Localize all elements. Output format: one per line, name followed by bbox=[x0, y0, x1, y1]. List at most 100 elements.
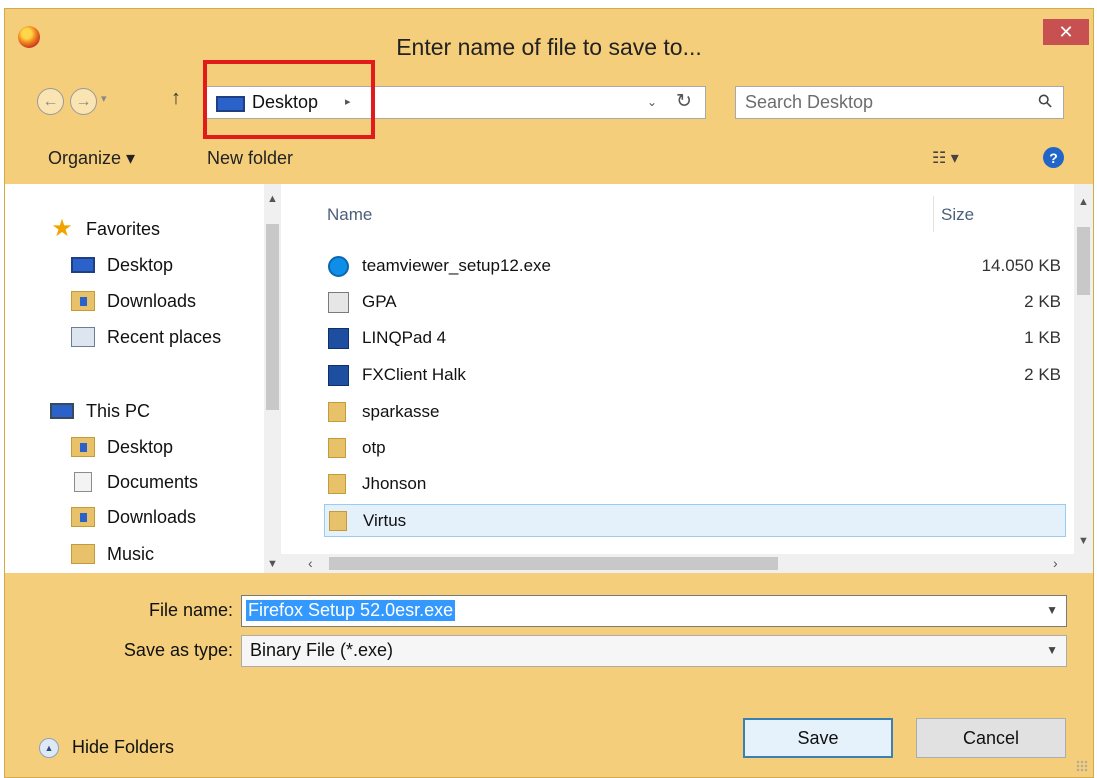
forward-button[interactable]: → bbox=[70, 88, 97, 115]
cancel-button[interactable]: Cancel bbox=[916, 718, 1066, 758]
nav-pc-downloads[interactable]: Downloads bbox=[71, 502, 196, 532]
scroll-thumb[interactable] bbox=[329, 557, 778, 570]
nav-favorites-recent-places[interactable]: Recent places bbox=[71, 322, 221, 352]
scroll-up-icon[interactable]: ▲ bbox=[1078, 196, 1089, 208]
file-name-label: File name: bbox=[148, 600, 233, 620]
save-form: File name: Firefox Setup 52.0esr.exe ▼ S… bbox=[5, 573, 1093, 685]
column-header-size[interactable]: Size bbox=[941, 205, 974, 225]
search-box[interactable]: ⚲ bbox=[735, 86, 1064, 119]
scroll-thumb[interactable] bbox=[266, 224, 279, 410]
nav-item-label: Desktop bbox=[107, 436, 174, 457]
file-name: LINQPad 4 bbox=[362, 328, 447, 347]
nav-item-label: Downloads bbox=[107, 506, 197, 527]
file-name: Jhonson bbox=[362, 474, 427, 493]
help-icon[interactable]: ? bbox=[1043, 147, 1064, 168]
file-row-sparkasse[interactable]: sparkasse bbox=[324, 396, 1066, 429]
computer-icon bbox=[50, 403, 74, 419]
chevron-down-icon[interactable]: ▼ bbox=[1046, 603, 1058, 617]
save-dialog: Enter name of file to save to... ✕ ← → ▾… bbox=[4, 8, 1094, 778]
file-list-pane: Name Size teamviewer_setup12.exe 14.050 … bbox=[281, 184, 1093, 573]
folder-icon bbox=[329, 511, 347, 531]
file-name: GPA bbox=[362, 292, 397, 311]
nav-pc-music[interactable]: Music bbox=[71, 539, 154, 569]
desktop-folder-icon bbox=[71, 437, 95, 457]
file-list-vertical-scrollbar[interactable]: ▲ ▼ bbox=[1074, 184, 1093, 554]
save-type-value: Binary File (*.exe) bbox=[250, 640, 394, 660]
file-name-value[interactable]: Firefox Setup 52.0esr.exe bbox=[246, 600, 456, 621]
folder-icon bbox=[328, 438, 346, 458]
file-name: FXClient Halk bbox=[362, 365, 466, 384]
new-folder-button[interactable]: New folder bbox=[207, 148, 293, 169]
nav-item-label: Music bbox=[107, 543, 155, 564]
file-size: 14.050 KB bbox=[981, 256, 1061, 275]
downloads-icon bbox=[71, 291, 95, 311]
nav-pane-scrollbar[interactable]: ▲ ▼ bbox=[264, 184, 281, 573]
teamviewer-icon bbox=[328, 256, 349, 277]
recent-places-icon bbox=[71, 327, 95, 347]
chevron-down-icon[interactable]: ▼ bbox=[1046, 643, 1058, 657]
file-row-otp[interactable]: otp bbox=[324, 432, 1066, 465]
file-row-jhonson[interactable]: Jhonson bbox=[324, 468, 1066, 501]
shortcut-icon bbox=[328, 292, 349, 313]
organize-menu[interactable]: Organize ▾ bbox=[48, 148, 135, 169]
up-one-level-button[interactable]: ↑ bbox=[171, 87, 181, 110]
scroll-right-icon[interactable]: › bbox=[1053, 555, 1058, 571]
hide-folders-label: Hide Folders bbox=[72, 737, 175, 757]
close-button[interactable]: ✕ bbox=[1043, 19, 1089, 45]
downloads-icon bbox=[71, 507, 95, 527]
nav-item-label: Documents bbox=[107, 471, 199, 492]
nav-favorites[interactable]: ★ Favorites bbox=[50, 214, 160, 244]
search-icon[interactable]: ⚲ bbox=[1033, 89, 1057, 113]
file-list-horizontal-scrollbar[interactable]: ‹ › bbox=[281, 554, 1093, 573]
music-icon bbox=[71, 544, 95, 564]
nav-this-pc-label: This PC bbox=[86, 400, 151, 421]
folder-icon bbox=[328, 402, 346, 422]
close-icon: ✕ bbox=[1058, 21, 1074, 42]
scroll-left-icon[interactable]: ‹ bbox=[308, 555, 313, 571]
nav-pc-documents[interactable]: Documents bbox=[71, 467, 198, 497]
desktop-icon bbox=[71, 257, 95, 273]
breadcrumb-highlight-box bbox=[203, 60, 375, 139]
scroll-down-icon[interactable]: ▼ bbox=[1078, 535, 1089, 547]
nav-item-label: Downloads bbox=[107, 290, 197, 311]
nav-favorites-downloads[interactable]: Downloads bbox=[71, 286, 196, 316]
column-divider[interactable] bbox=[933, 196, 934, 232]
title-bar: Enter name of file to save to... ✕ bbox=[5, 9, 1093, 74]
nav-item-label: Recent places bbox=[107, 326, 222, 347]
nav-item-label: Desktop bbox=[107, 254, 174, 275]
fxclient-icon bbox=[328, 365, 349, 386]
save-button[interactable]: Save bbox=[743, 718, 893, 758]
nav-pc-desktop[interactable]: Desktop bbox=[71, 432, 173, 462]
forward-arrow-icon: → bbox=[75, 92, 92, 110]
file-size: 2 KB bbox=[1024, 292, 1061, 311]
dialog-footer: ▲ Hide Folders Save Cancel bbox=[5, 685, 1093, 777]
file-row-linqpad[interactable]: LINQPad 4 1 KB bbox=[324, 322, 1066, 355]
back-button[interactable]: ← bbox=[37, 88, 64, 115]
search-input[interactable] bbox=[745, 92, 1015, 113]
save-type-select[interactable]: Binary File (*.exe) ▼ bbox=[241, 635, 1067, 667]
save-type-label: Save as type: bbox=[123, 640, 233, 660]
change-view-icon[interactable]: ☷ ▾ bbox=[932, 148, 959, 168]
documents-icon bbox=[74, 472, 92, 492]
command-toolbar: Organize ▾ New folder ☷ ▾ ? bbox=[5, 131, 1093, 184]
file-row-fxclient-halk[interactable]: FXClient Halk 2 KB bbox=[324, 359, 1066, 392]
file-size: 1 KB bbox=[1024, 328, 1061, 347]
file-row-gpa[interactable]: GPA 2 KB bbox=[324, 286, 1066, 319]
scroll-thumb[interactable] bbox=[1077, 227, 1090, 295]
file-row-teamviewer-setup[interactable]: teamviewer_setup12.exe 14.050 KB bbox=[324, 250, 1066, 283]
nav-favorites-desktop[interactable]: Desktop bbox=[71, 250, 173, 280]
resize-grip[interactable] bbox=[1076, 760, 1088, 772]
nav-this-pc[interactable]: This PC bbox=[50, 396, 150, 426]
scroll-up-icon[interactable]: ▲ bbox=[267, 193, 278, 205]
scroll-down-icon[interactable]: ▼ bbox=[267, 558, 278, 570]
file-row-virtus[interactable]: Virtus bbox=[324, 504, 1066, 537]
hide-folders-button[interactable]: ▲ Hide Folders bbox=[39, 737, 174, 758]
column-header-name[interactable]: Name bbox=[327, 205, 372, 225]
address-bar: ← → ▾ ↑ Desktop ▸ ⌄ ↻ ⚲ bbox=[5, 74, 1093, 131]
file-name-field[interactable]: Firefox Setup 52.0esr.exe ▼ bbox=[241, 595, 1067, 627]
refresh-icon[interactable]: ↻ bbox=[676, 90, 692, 113]
star-icon: ★ bbox=[51, 215, 73, 242]
path-dropdown-icon[interactable]: ⌄ bbox=[647, 95, 657, 109]
recent-locations-dropdown[interactable]: ▾ bbox=[101, 92, 107, 105]
chevron-up-icon: ▲ bbox=[39, 737, 59, 758]
